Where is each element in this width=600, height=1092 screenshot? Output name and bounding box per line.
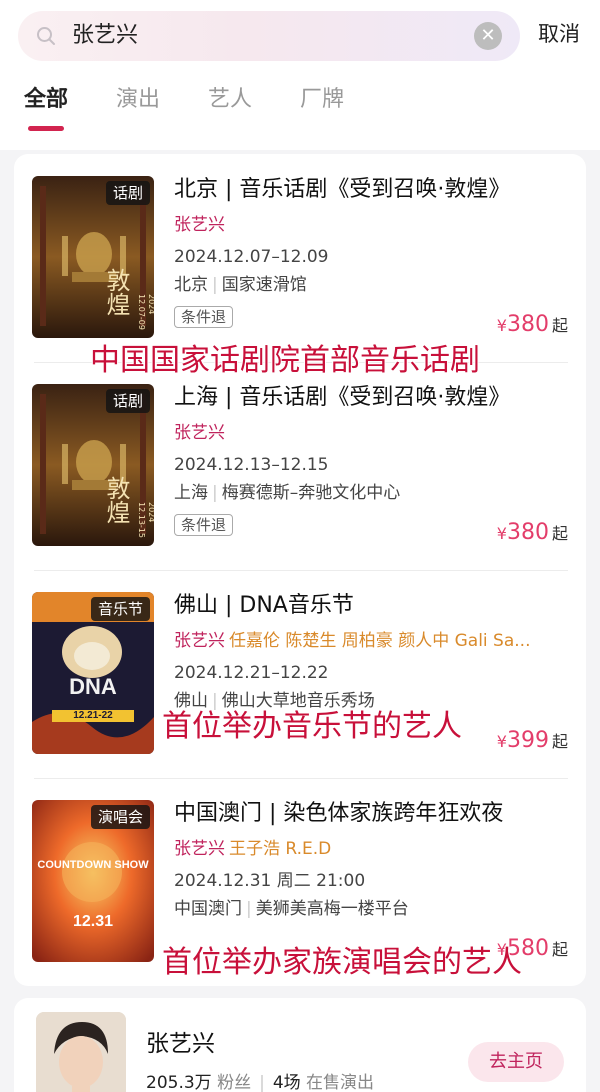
show-artists[interactable]: 张艺兴 — [174, 420, 566, 446]
currency-symbol: ¥ — [496, 316, 507, 335]
show-title[interactable]: 中国澳门 | 染色体家族跨年狂欢夜 — [174, 798, 503, 830]
show-date: 2024.12.13–12.15 — [174, 455, 329, 475]
show-price: ¥380 起 — [497, 312, 568, 337]
poster-title: COUNTDOWN SHOW — [37, 859, 149, 871]
show-venue: 上海 | 梅赛德斯–奔驰文化中心 — [174, 483, 401, 503]
tab-bar: 全部 演出 艺人 厂牌 — [0, 82, 600, 132]
artist-photo — [36, 1012, 126, 1092]
go-to-homepage-button[interactable]: 去主页 — [468, 1042, 564, 1082]
show-poster[interactable]: 敦煌 2024 12.13-15 话剧 — [32, 384, 154, 546]
tab-shows[interactable]: 演出 — [116, 82, 160, 118]
price-suffix: 起 — [551, 316, 568, 335]
shows-count: 4场 — [272, 1073, 301, 1092]
artist-link[interactable]: 张艺兴 — [174, 839, 225, 859]
artist-card[interactable]: 张艺兴 205.3万 粉丝 | 4场 在售演出 去主页 — [14, 998, 586, 1092]
annotation-text: 首位举办家族演唱会的艺人 — [162, 945, 522, 980]
price-value: 380 — [506, 520, 549, 545]
show-date: 2024.12.21–12.22 — [174, 663, 329, 683]
search-icon — [37, 27, 55, 45]
show-city: 北京 — [174, 275, 208, 295]
search-input[interactable]: 张艺兴 ✕ — [18, 11, 520, 61]
poster-date: 12.21-22 — [73, 710, 113, 721]
show-artists[interactable]: 张艺兴 任嘉伦 陈楚生 周柏豪 颜人中 Gali Sa... — [174, 628, 566, 654]
category-badge: 话剧 — [105, 181, 150, 205]
show-venue: 中国澳门 | 美狮美高梅一楼平台 — [174, 899, 409, 919]
top-bar: 张艺兴 ✕ 取消 全部 演出 艺人 厂牌 — [0, 0, 600, 150]
show-price: ¥399 起 — [497, 728, 568, 753]
poster-date: 12.31 — [72, 913, 114, 930]
category-badge: 音乐节 — [90, 597, 150, 621]
show-list: 敦煌 2024 12.07-09 话剧 北京 | 音乐话剧《受到召唤·敦煌》 张… — [14, 154, 586, 986]
cancel-button[interactable]: 取消 — [538, 19, 580, 49]
price-suffix: 起 — [551, 524, 568, 543]
followers-count: 205.3万 — [146, 1073, 212, 1092]
show-item[interactable]: DNA 12.21-22 音乐节 佛山 | DNA音乐节 张艺兴 任嘉伦 陈楚生 … — [14, 570, 586, 778]
artist-link[interactable]: 张艺兴 — [174, 215, 225, 235]
refund-badge: 条件退 — [174, 306, 234, 328]
show-poster[interactable]: 敦煌 2024 12.07-09 话剧 — [32, 176, 154, 338]
venue-name: 国家速滑馆 — [221, 275, 307, 295]
show-price: ¥380 起 — [497, 520, 568, 545]
show-title[interactable]: 北京 | 音乐话剧《受到召唤·敦煌》 — [174, 174, 510, 206]
currency-symbol: ¥ — [496, 732, 507, 751]
show-title[interactable]: 上海 | 音乐话剧《受到召唤·敦煌》 — [174, 382, 510, 414]
venue-name: 美狮美高梅一楼平台 — [255, 899, 409, 919]
show-poster[interactable]: DNA 12.21-22 音乐节 — [32, 592, 154, 754]
currency-symbol: ¥ — [496, 524, 507, 543]
search-query[interactable]: 张艺兴 — [72, 21, 138, 51]
category-badge: 演唱会 — [90, 805, 150, 829]
refund-badge: 条件退 — [174, 514, 234, 536]
price-suffix: 起 — [551, 940, 568, 959]
show-title[interactable]: 佛山 | DNA音乐节 — [174, 590, 354, 622]
avatar[interactable] — [36, 1012, 126, 1092]
show-artists[interactable]: 张艺兴 王子浩 R.E.D — [174, 836, 566, 862]
artist-link[interactable]: 张艺兴 — [174, 423, 225, 443]
annotation-text: 首位举办音乐节的艺人 — [162, 709, 462, 744]
clear-icon[interactable]: ✕ — [474, 22, 502, 50]
show-date: 2024.12.31 周二 21:00 — [174, 871, 366, 891]
show-city: 上海 — [174, 483, 208, 503]
show-item[interactable]: 敦煌 2024 12.07-09 话剧 北京 | 音乐话剧《受到召唤·敦煌》 张… — [14, 154, 586, 362]
artist-name[interactable]: 张艺兴 — [146, 1028, 215, 1060]
shows-label: 在售演出 — [306, 1073, 375, 1092]
tab-artists[interactable]: 艺人 — [208, 82, 252, 118]
tab-active-indicator — [28, 126, 64, 131]
poster-date: 2024 12.13-15 — [137, 502, 154, 538]
show-artists[interactable]: 张艺兴 — [174, 212, 566, 238]
artist-others[interactable]: 任嘉伦 陈楚生 周柏豪 颜人中 Gali Sa... — [229, 631, 530, 651]
show-city: 中国澳门 — [174, 899, 242, 919]
tab-labels[interactable]: 厂牌 — [300, 82, 344, 118]
annotation-text: 中国国家话剧院首部音乐话剧 — [90, 343, 480, 378]
artist-others[interactable]: 王子浩 R.E.D — [229, 839, 331, 859]
show-venue: 北京 | 国家速滑馆 — [174, 275, 307, 295]
poster-date: 2024 12.07-09 — [137, 294, 154, 330]
poster-title: DNA — [69, 674, 117, 699]
venue-name: 梅赛德斯–奔驰文化中心 — [221, 483, 401, 503]
tab-all[interactable]: 全部 — [24, 82, 68, 118]
price-suffix: 起 — [551, 732, 568, 751]
price-value: 380 — [506, 312, 549, 337]
followers-label: 粉丝 — [217, 1073, 252, 1092]
show-date: 2024.12.07–12.09 — [174, 247, 329, 267]
show-item[interactable]: 敦煌 2024 12.13-15 话剧 上海 | 音乐话剧《受到召唤·敦煌》 张… — [14, 362, 586, 570]
artist-stats: 205.3万 粉丝 | 4场 在售演出 — [146, 1073, 375, 1092]
price-value: 399 — [506, 728, 549, 753]
artist-link[interactable]: 张艺兴 — [174, 631, 225, 651]
show-poster[interactable]: COUNTDOWN SHOW 12.31 演唱会 — [32, 800, 154, 962]
poster-title: 敦煌 — [102, 476, 130, 524]
category-badge: 话剧 — [105, 389, 150, 413]
poster-title: 敦煌 — [102, 268, 130, 316]
